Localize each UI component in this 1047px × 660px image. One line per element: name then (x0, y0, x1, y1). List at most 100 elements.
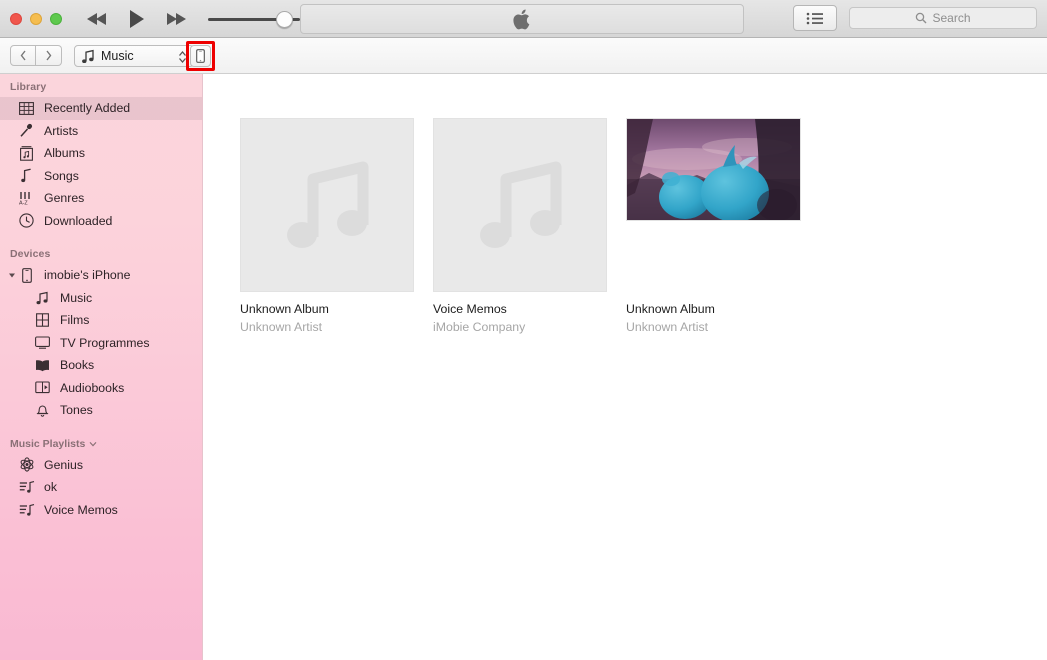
main-content: Unknown Album Unknown Artist Voice Memos… (204, 74, 1047, 660)
sidebar-item-label: Voice Memos (44, 503, 118, 517)
download-clock-icon (18, 212, 35, 229)
play-icon[interactable] (124, 8, 150, 30)
media-type-select[interactable]: Music (74, 45, 194, 67)
album-artist: iMobie Company (433, 320, 607, 334)
album-artwork-video-still[interactable] (626, 118, 801, 221)
album-title: Unknown Album (626, 302, 800, 316)
sidebar-item-downloaded[interactable]: Downloaded (0, 210, 202, 233)
sidebar-item-playlist-voice-memos[interactable]: Voice Memos (0, 499, 202, 522)
album-artist: Unknown Artist (626, 320, 800, 334)
sidebar-item-albums[interactable]: Albums (0, 142, 202, 165)
music-note-placeholder-icon (472, 155, 568, 255)
transport-controls (84, 8, 190, 30)
album-item[interactable]: Unknown Album Unknown Artist (240, 118, 414, 334)
forward-button[interactable] (36, 45, 62, 66)
album-title: Unknown Album (240, 302, 414, 316)
video-still-birds-image (627, 119, 801, 221)
volume-slider[interactable] (208, 8, 300, 30)
sidebar-item-songs[interactable]: Songs (0, 165, 202, 188)
note-icon (18, 167, 35, 184)
sidebar-item-device-music[interactable]: Music (0, 287, 202, 310)
sidebar-item-device[interactable]: imobie's iPhone (0, 264, 202, 287)
title-bar: Search (0, 0, 1047, 38)
sidebar-item-label: ok (44, 480, 57, 494)
sidebar-item-label: Tones (60, 403, 93, 417)
album-icon (18, 145, 35, 162)
sidebar-item-label: Music (60, 291, 92, 305)
sidebar-item-label: Downloaded (44, 214, 112, 228)
sidebar-item-label: Books (60, 358, 94, 372)
album-artwork-placeholder[interactable] (433, 118, 607, 292)
sidebar-item-genres[interactable]: A-Z Genres (0, 187, 202, 210)
sidebar-item-label: TV Programmes (60, 336, 150, 350)
zoom-button[interactable] (50, 13, 62, 25)
sidebar-item-device-audiobooks[interactable]: Audiobooks (0, 377, 202, 400)
titlebar-right-tools: Search (793, 5, 1037, 31)
sidebar-item-device-tv-programmes[interactable]: TV Programmes (0, 332, 202, 355)
navigation-toolbar: Music Library For You Browse Radio (0, 38, 1047, 74)
genius-atom-icon (18, 456, 35, 473)
audiobook-icon (34, 379, 51, 396)
chevron-right-icon (45, 50, 52, 61)
list-view-button[interactable] (793, 5, 837, 31)
nav-buttons (10, 45, 62, 66)
sidebar-item-device-films[interactable]: Films (0, 309, 202, 332)
search-input[interactable]: Search (849, 7, 1037, 29)
genres-icon: A-Z (18, 190, 35, 207)
sidebar-item-label: Recently Added (44, 101, 130, 115)
chevron-left-icon (20, 50, 27, 61)
chevron-down-icon (89, 441, 97, 447)
search-icon (915, 12, 927, 24)
tv-icon (34, 334, 51, 351)
sidebar-item-label: Films (60, 313, 89, 327)
iphone-icon (18, 267, 35, 284)
sidebar-section-devices: Devices (0, 232, 202, 264)
sidebar-item-recently-added[interactable]: Recently Added (0, 97, 202, 120)
album-title: Voice Memos (433, 302, 607, 316)
grid-icon (18, 100, 35, 117)
books-icon (34, 357, 51, 374)
annotation-highlight-box (186, 41, 215, 71)
sidebar-item-label: Songs (44, 169, 79, 183)
itunes-window: Search (0, 0, 1047, 660)
list-view-icon (806, 12, 824, 25)
album-grid: Unknown Album Unknown Artist Voice Memos… (240, 118, 800, 334)
status-display (300, 4, 744, 34)
microphone-icon (18, 122, 35, 139)
close-button[interactable] (10, 13, 22, 25)
sidebar-item-device-books[interactable]: Books (0, 354, 202, 377)
sidebar-item-playlist-ok[interactable]: ok (0, 476, 202, 499)
album-item[interactable]: Unknown Album Unknown Artist (626, 118, 800, 334)
album-artwork-placeholder[interactable] (240, 118, 414, 292)
chevron-down-icon[interactable] (8, 266, 16, 284)
sidebar-item-label: Audiobooks (60, 381, 124, 395)
volume-knob[interactable] (276, 11, 293, 28)
sidebar-item-label: Genius (44, 458, 83, 472)
sidebar-item-label: Artists (44, 124, 78, 138)
minimize-button[interactable] (30, 13, 42, 25)
sidebar-item-device-tones[interactable]: Tones (0, 399, 202, 422)
sidebar-section-library: Library (0, 74, 202, 97)
playlists-header-label: Music Playlists (10, 438, 85, 450)
traffic-lights (10, 13, 62, 25)
svg-text:A-Z: A-Z (19, 201, 28, 205)
film-icon (34, 312, 51, 329)
album-item[interactable]: Voice Memos iMobie Company (433, 118, 607, 334)
rewind-icon[interactable] (84, 8, 110, 30)
sidebar-item-label: imobie's iPhone (44, 268, 130, 282)
sidebar: Library Recently Added Artists (0, 74, 203, 660)
playlist-icon (18, 501, 35, 518)
media-type-label: Music (101, 49, 134, 63)
music-note-icon (82, 49, 95, 69)
sidebar-item-artists[interactable]: Artists (0, 120, 202, 143)
music-note-icon (34, 289, 51, 306)
music-note-placeholder-icon (279, 155, 375, 255)
back-button[interactable] (10, 45, 36, 66)
apple-logo-icon (513, 8, 532, 31)
sidebar-section-music-playlists[interactable]: Music Playlists (0, 422, 202, 454)
bell-icon (34, 402, 51, 419)
fast-forward-icon[interactable] (164, 8, 190, 30)
sidebar-item-genius[interactable]: Genius (0, 454, 202, 477)
sidebar-item-label: Albums (44, 146, 85, 160)
sidebar-item-label: Genres (44, 191, 84, 205)
